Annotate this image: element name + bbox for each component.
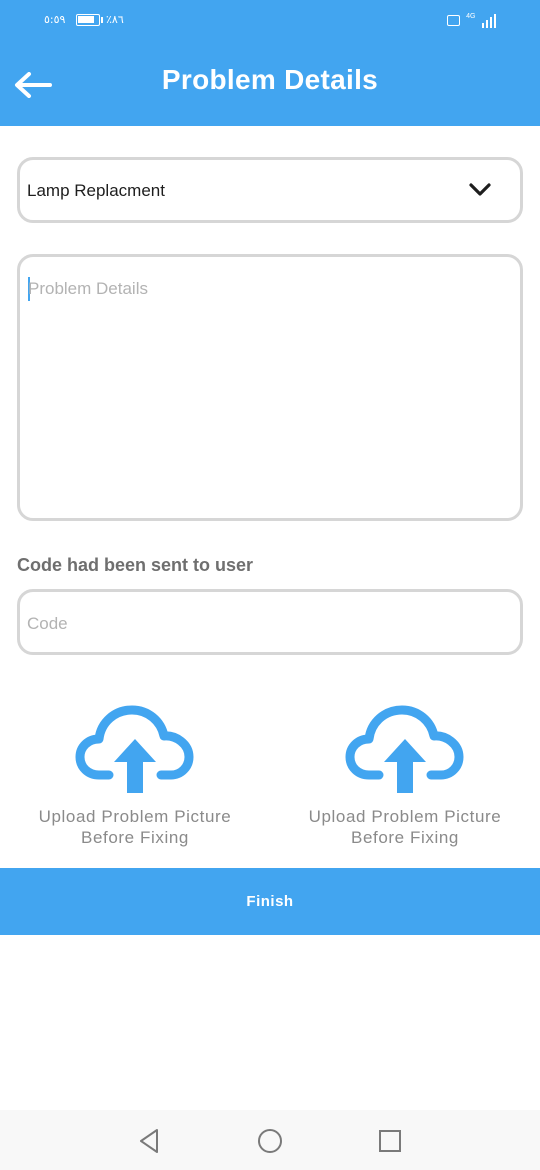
page-title: Problem Details bbox=[161, 64, 379, 95]
app-bar: ٥:٥٩ ٪٨٦ 4G Problem Details bbox=[0, 0, 540, 126]
upload-picture-button-1[interactable]: Upload Problem Picture Before Fixing bbox=[10, 698, 260, 858]
network-type: 4G bbox=[466, 13, 476, 20]
battery-level bbox=[78, 16, 94, 23]
upload-picture-button-2[interactable]: Upload Problem Picture Before Fixing bbox=[280, 698, 530, 858]
recents-square-icon[interactable] bbox=[375, 1126, 405, 1156]
status-indicators: 4G bbox=[447, 12, 496, 28]
signal-strength-icon bbox=[481, 12, 496, 28]
problem-details-placeholder: Problem Details bbox=[28, 279, 148, 298]
code-label: Code had been sent to user bbox=[17, 555, 254, 575]
status-bar: ٥:٥٩ ٪٨٦ 4G bbox=[0, 0, 540, 40]
problem-details-input[interactable]: Problem Details bbox=[17, 254, 523, 521]
upload-label-line1: Upload Problem Picture bbox=[308, 807, 502, 826]
upload-label: Upload Problem Picture Before Fixing bbox=[280, 806, 530, 848]
back-triangle-icon[interactable] bbox=[135, 1126, 165, 1156]
home-circle-icon[interactable] bbox=[255, 1126, 285, 1156]
chevron-down-icon bbox=[469, 183, 491, 196]
problem-details-screen: ٥:٥٩ ٪٨٦ 4G Problem Details Lamp Replacm… bbox=[0, 0, 540, 1170]
upload-label: Upload Problem Picture Before Fixing bbox=[10, 806, 260, 848]
sim-card-icon bbox=[447, 15, 461, 26]
upload-label-line2: Before Fixing bbox=[81, 828, 189, 847]
cloud-upload-icon bbox=[75, 705, 194, 793]
upload-label-line1: Upload Problem Picture bbox=[38, 807, 232, 826]
finish-button[interactable]: Finish bbox=[0, 868, 540, 935]
battery-cap bbox=[101, 17, 103, 23]
battery-icon bbox=[76, 14, 100, 26]
code-input[interactable]: Code bbox=[17, 589, 523, 655]
status-time: ٥:٥٩ bbox=[44, 13, 66, 26]
upload-label-line2: Before Fixing bbox=[351, 828, 459, 847]
cloud-upload-icon bbox=[345, 705, 464, 793]
battery-percent: ٪٨٦ bbox=[106, 13, 124, 26]
problem-type-selected: Lamp Replacment bbox=[27, 181, 165, 200]
code-placeholder: Code bbox=[27, 614, 68, 633]
problem-type-dropdown[interactable]: Lamp Replacment bbox=[17, 157, 523, 223]
system-navigation-bar bbox=[0, 1110, 540, 1170]
